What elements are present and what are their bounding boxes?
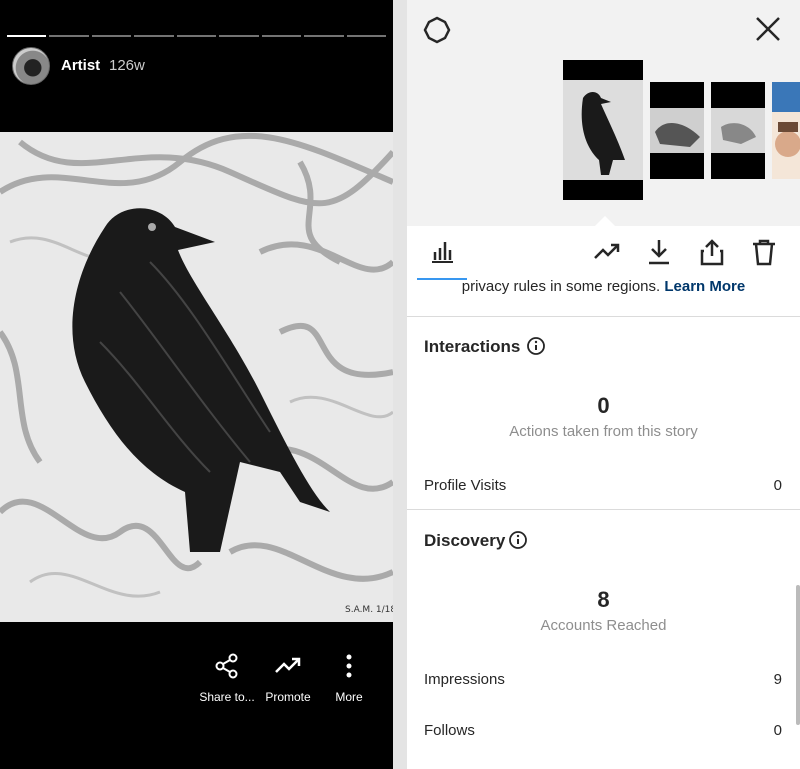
- promote-label: Promote: [265, 690, 311, 704]
- share-icon[interactable]: [698, 238, 726, 266]
- insights-toolbar: [407, 226, 800, 280]
- promote-button[interactable]: Promote: [262, 652, 314, 704]
- progress-segment: [7, 35, 47, 37]
- gear-icon[interactable]: [423, 16, 451, 44]
- more-label: More: [335, 690, 363, 704]
- tab-insights[interactable]: [417, 226, 467, 280]
- interactions-title: Interactions: [424, 337, 521, 356]
- learn-more-link[interactable]: Learn More: [664, 278, 745, 295]
- follows-value: 0: [773, 722, 782, 739]
- progress-segment: [91, 35, 132, 37]
- thumbnail-image: [563, 80, 643, 180]
- thumbnail-image: [772, 82, 800, 157]
- divider: [407, 509, 800, 510]
- story-timestamp: 126w: [109, 57, 145, 74]
- profile-visits-value: 0: [773, 477, 782, 494]
- accounts-reached-total: 8: [597, 587, 610, 612]
- discovery-title: Discovery: [424, 531, 506, 550]
- follows-label: Follows: [424, 722, 475, 739]
- share-to-button[interactable]: Share to...: [198, 652, 256, 704]
- story-actions: Share to... Promote More: [0, 652, 393, 722]
- progress-segment: [304, 35, 344, 37]
- interactions-total: 0: [597, 393, 610, 418]
- story-viewer: Artist 126w S.A.M. 1/18 Share to... Prom…: [0, 0, 393, 769]
- story-progress-bar: [7, 35, 386, 37]
- bar-chart-icon: [432, 242, 453, 263]
- info-icon[interactable]: [508, 530, 528, 550]
- impressions-value: 9: [773, 671, 782, 688]
- story-thumbnail[interactable]: [711, 82, 765, 179]
- progress-segment: [219, 35, 259, 37]
- privacy-notice: privacy rules in some regions. Learn Mor…: [407, 278, 800, 295]
- story-thumbnail-selected[interactable]: [563, 60, 643, 200]
- trending-up-icon: [275, 657, 301, 673]
- promote-icon[interactable]: [593, 238, 621, 266]
- selected-caret: [595, 216, 615, 226]
- more-button[interactable]: More: [330, 652, 368, 704]
- thumbnail-image: [650, 108, 704, 153]
- progress-segment: [49, 35, 89, 37]
- svg-text:S.A.M. 1/18: S.A.M. 1/18: [345, 605, 393, 615]
- more-vertical-icon: [346, 654, 352, 678]
- avatar[interactable]: [12, 47, 50, 85]
- close-icon[interactable]: [755, 16, 781, 42]
- download-icon[interactable]: [645, 238, 673, 266]
- progress-segment: [261, 35, 302, 37]
- scrollbar[interactable]: [796, 585, 800, 725]
- share-icon: [215, 653, 238, 679]
- thumbnail-image: [711, 108, 765, 153]
- panel-divider: [393, 0, 407, 769]
- interactions-total-label: Actions taken from this story: [509, 423, 698, 440]
- divider: [407, 316, 800, 317]
- profile-visits-label: Profile Visits: [424, 477, 507, 494]
- privacy-text: privacy rules in some regions.: [461, 278, 661, 295]
- story-thumbnail[interactable]: [772, 82, 800, 179]
- story-thumbnails-bar: [407, 0, 800, 226]
- raven-drawing: S.A.M. 1/18: [0, 132, 393, 622]
- share-to-label: Share to...: [199, 690, 255, 704]
- insights-panel: privacy rules in some regions. Learn Mor…: [407, 0, 800, 769]
- progress-segment: [134, 35, 174, 37]
- progress-segment: [346, 35, 386, 37]
- story-thumbnail[interactable]: [650, 82, 704, 179]
- impressions-label: Impressions: [424, 671, 505, 688]
- trash-icon[interactable]: [750, 238, 778, 266]
- progress-segment: [176, 35, 217, 37]
- story-image: S.A.M. 1/18: [0, 132, 393, 622]
- username[interactable]: Artist: [61, 57, 100, 74]
- accounts-reached-label: Accounts Reached: [540, 617, 667, 634]
- info-icon[interactable]: [526, 336, 546, 356]
